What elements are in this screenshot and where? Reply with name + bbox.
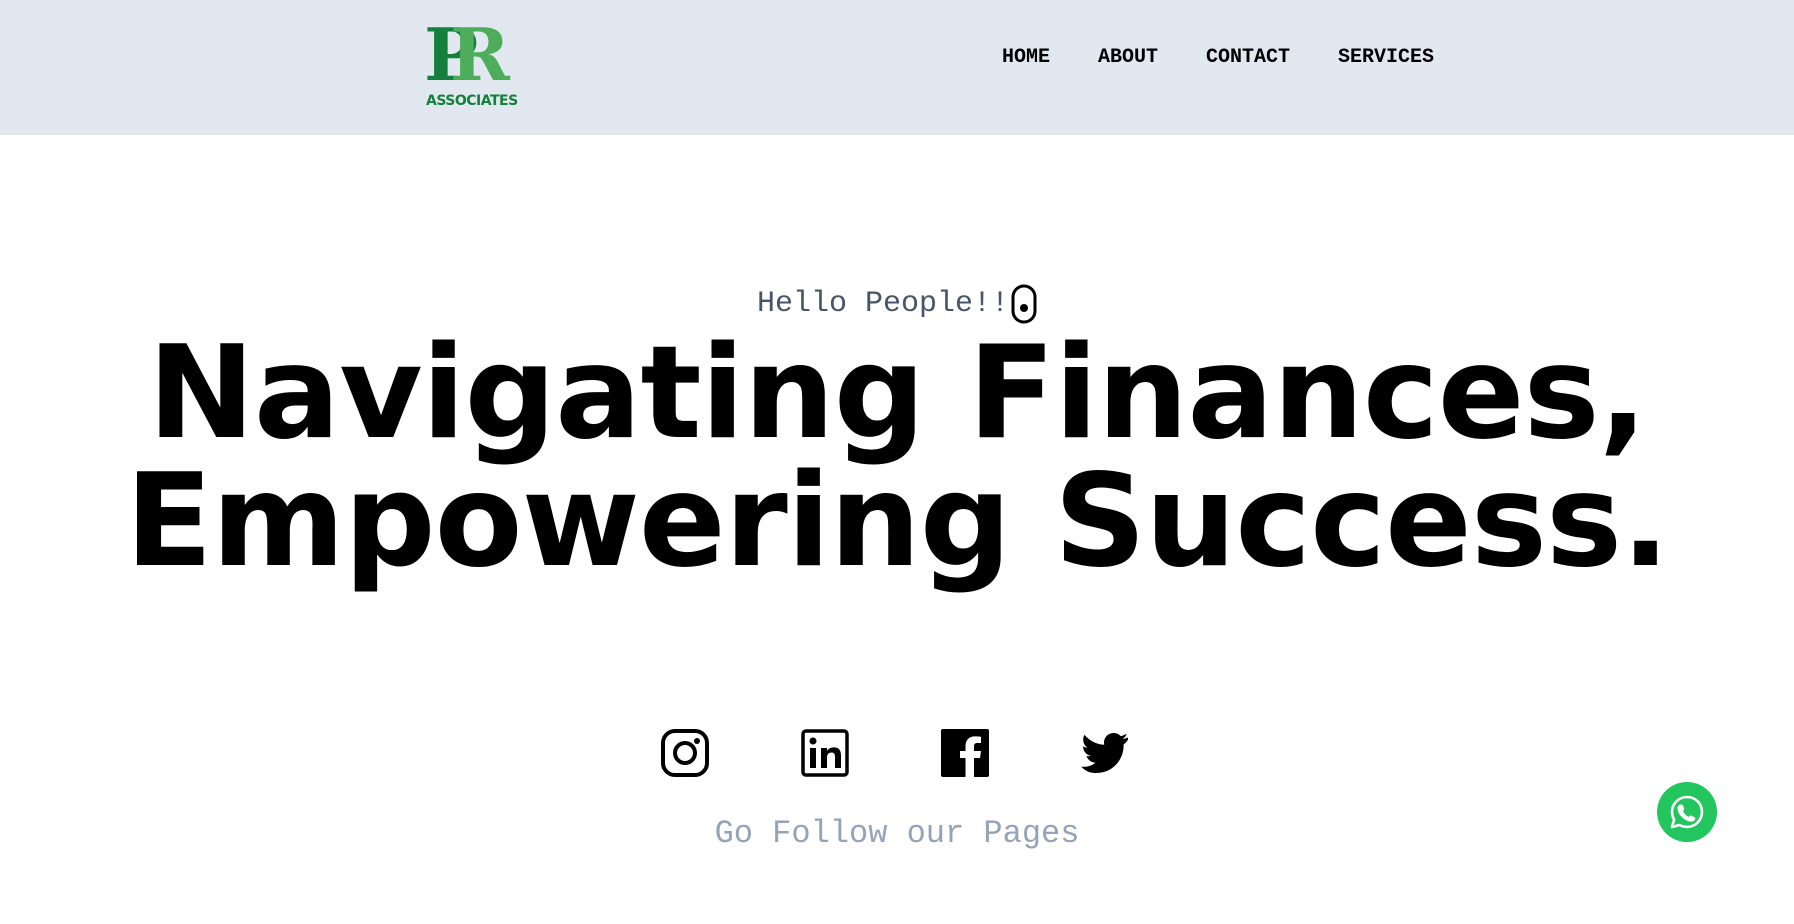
logo-letter-r: R bbox=[450, 12, 510, 97]
hero-title-line-2: Empowering Success. bbox=[125, 447, 1670, 596]
social-links bbox=[0, 728, 1794, 780]
twitter-icon[interactable] bbox=[1080, 728, 1130, 778]
facebook-icon[interactable] bbox=[940, 728, 990, 778]
whatsapp-button[interactable] bbox=[1657, 782, 1717, 842]
nav-home[interactable]: HOME bbox=[1002, 46, 1050, 69]
site-header: P R ASSOCIATES HOME ABOUT CONTACT SERVIC… bbox=[0, 0, 1794, 135]
logo[interactable]: P R ASSOCIATES bbox=[424, 19, 518, 111]
nav-about[interactable]: ABOUT bbox=[1098, 46, 1158, 69]
nav-contact[interactable]: CONTACT bbox=[1206, 46, 1290, 69]
hero-title-line-1: Navigating Finances, bbox=[147, 319, 1648, 468]
mouse-icon bbox=[1011, 284, 1037, 324]
instagram-icon[interactable] bbox=[660, 728, 710, 778]
linkedin-icon[interactable] bbox=[800, 728, 850, 778]
hero-title: Navigating Finances, Empowering Success. bbox=[0, 330, 1794, 586]
logo-subtitle: ASSOCIATES bbox=[426, 93, 518, 109]
nav-services[interactable]: SERVICES bbox=[1338, 46, 1434, 69]
hero-greeting: Hello People!! bbox=[756, 287, 1010, 321]
hero-greeting-row: Hello People!! bbox=[0, 284, 1794, 324]
follow-text: Go Follow our Pages bbox=[714, 815, 1080, 852]
logo-mark: P R bbox=[424, 19, 518, 91]
whatsapp-icon bbox=[1670, 795, 1704, 829]
